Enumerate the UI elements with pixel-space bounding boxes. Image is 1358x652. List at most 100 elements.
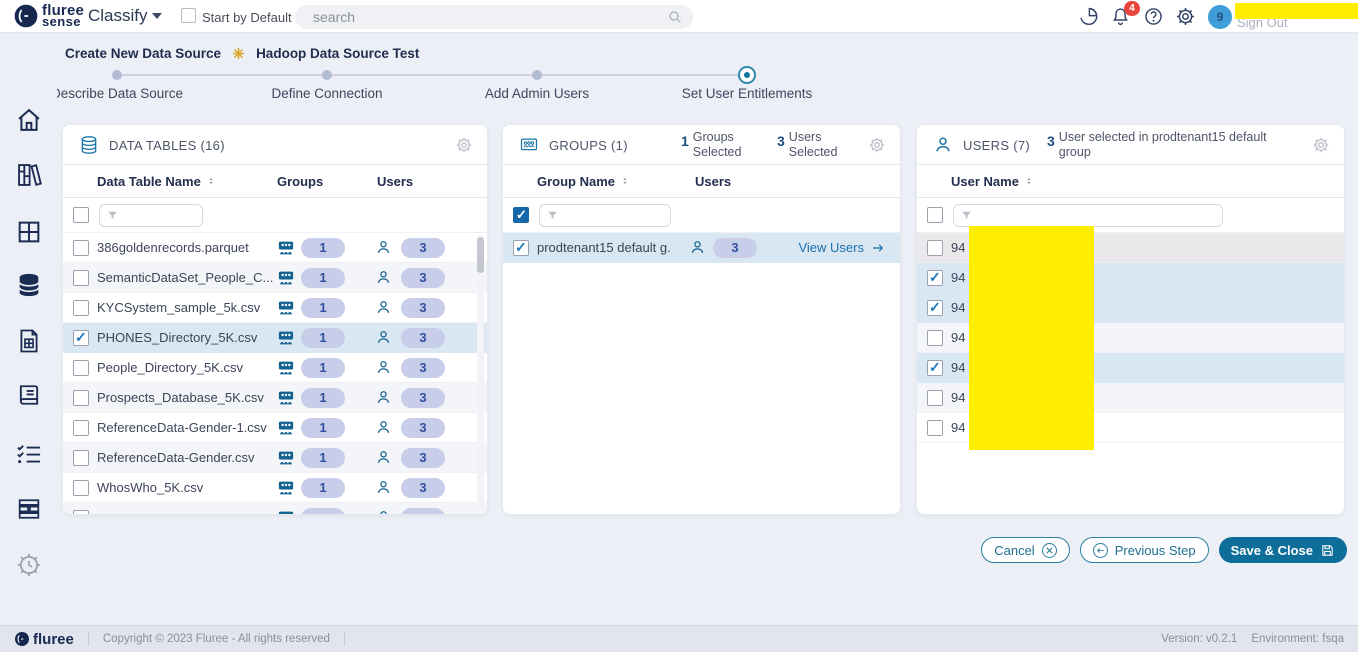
row-checkbox[interactable] — [73, 510, 89, 516]
groups-icon — [275, 479, 297, 497]
datasource-flower-icon — [231, 46, 246, 61]
data-table-name: KYCSystem_sample_5k.csv — [97, 300, 260, 315]
step-dot-1[interactable] — [112, 70, 122, 80]
glossary-book-icon[interactable] — [15, 381, 43, 409]
avatar[interactable]: 9 — [1208, 5, 1232, 29]
table-row[interactable]: People_Directory_5K.csv 1 3 — [63, 353, 487, 383]
column-data-table-name[interactable]: Data Table Name — [97, 174, 216, 189]
name-filter[interactable] — [99, 204, 203, 227]
table-row[interactable]: KYCSystem_sample_5k.csv 1 3 — [63, 293, 487, 323]
data-tables-title: DATA TABLES (16) — [109, 138, 225, 153]
sort-icon[interactable] — [206, 175, 216, 187]
users-count-badge: 3 — [401, 448, 445, 468]
redaction-username — [1235, 3, 1358, 19]
save-close-button[interactable]: Save & Close — [1219, 537, 1347, 563]
home-icon[interactable] — [15, 106, 43, 134]
previous-step-label: Previous Step — [1115, 543, 1196, 558]
fluree-logo-icon — [14, 631, 30, 647]
row-checkbox[interactable] — [927, 240, 943, 256]
fluree-sense-logo[interactable]: fluree sense — [13, 3, 84, 29]
row-checkbox[interactable] — [73, 270, 89, 286]
group-filter[interactable] — [539, 204, 671, 227]
library-icon[interactable] — [15, 161, 43, 189]
table-row[interactable]: SemanticDataSet_People_C... 1 3 — [63, 263, 487, 293]
sort-icon[interactable] — [620, 175, 630, 187]
row-checkbox[interactable] — [73, 420, 89, 436]
select-all-checkbox-checked[interactable] — [513, 207, 529, 223]
groups-count-badge: 1 — [301, 358, 345, 378]
select-all-checkbox[interactable] — [927, 207, 943, 223]
settings-clock-icon[interactable] — [15, 551, 43, 579]
step-dot-2[interactable] — [322, 70, 332, 80]
chevron-down-icon[interactable] — [152, 13, 162, 19]
groups-count-badge: 1 — [301, 418, 345, 438]
panel-gear-icon[interactable] — [455, 136, 473, 154]
step-dot-4-active[interactable] — [738, 66, 756, 84]
table-row[interactable]: ReferenceData-Gender.csv 1 3 — [63, 443, 487, 473]
reports-pie-icon[interactable] — [1078, 6, 1099, 27]
name-filter-input[interactable] — [124, 205, 198, 226]
row-checkbox-checked[interactable] — [927, 300, 943, 316]
cancel-button[interactable]: Cancel — [981, 537, 1069, 563]
users-count-badge: 3 — [401, 388, 445, 408]
groups-panel: GROUPS (1) 1 Groups Selected 3 Users Sel… — [502, 124, 901, 515]
user-filter[interactable] — [953, 204, 1223, 227]
user-filter-input[interactable] — [978, 205, 1218, 226]
user-icon — [375, 449, 392, 466]
panel-gear-icon[interactable] — [1312, 136, 1330, 154]
stack-rows-icon[interactable] — [15, 495, 43, 523]
arrow-right-icon — [870, 241, 886, 255]
row-checkbox-checked[interactable] — [927, 270, 943, 286]
global-search[interactable] — [295, 5, 693, 29]
arrow-left-icon — [1093, 543, 1108, 558]
select-all-checkbox[interactable] — [73, 207, 89, 223]
panel-gear-icon[interactable] — [868, 136, 886, 154]
group-filter-input[interactable] — [564, 205, 666, 226]
checklist-icon[interactable] — [15, 440, 43, 468]
table-row[interactable]: Prospects_Database_5K.csv 1 3 — [63, 383, 487, 413]
row-checkbox[interactable] — [73, 240, 89, 256]
step-label-connection[interactable]: Define Connection — [237, 86, 417, 101]
column-group-name[interactable]: Group Name — [537, 174, 630, 189]
row-checkbox[interactable] — [73, 300, 89, 316]
help-icon[interactable] — [1143, 6, 1164, 27]
table-row-partial[interactable] — [63, 503, 487, 515]
previous-step-button[interactable]: Previous Step — [1080, 537, 1209, 563]
row-checkbox[interactable] — [73, 450, 89, 466]
scrollbar-track[interactable] — [477, 235, 484, 508]
data-table-name: 386goldenrecords.parquet — [97, 240, 249, 255]
row-checkbox[interactable] — [73, 390, 89, 406]
table-row[interactable]: WhosWho_5K.csv 1 3 — [63, 473, 487, 503]
group-row-selected[interactable]: prodtenant15 default g. 3 View Users — [503, 233, 900, 263]
table-row-selected[interactable]: PHONES_Directory_5K.csv 1 3 — [63, 323, 487, 353]
user-icon — [375, 269, 392, 286]
row-checkbox[interactable] — [927, 420, 943, 436]
step-label-entitlements[interactable]: Set User Entitlements — [657, 86, 837, 101]
search-input[interactable] — [313, 5, 653, 29]
start-by-default-checkbox[interactable] — [181, 8, 196, 23]
table-row[interactable]: 386goldenrecords.parquet 1 3 — [63, 233, 487, 263]
row-checkbox-checked[interactable] — [513, 240, 529, 256]
scrollbar-thumb[interactable] — [477, 237, 484, 273]
groups-filter-row — [503, 198, 900, 233]
column-groups: Groups — [277, 174, 323, 189]
row-checkbox[interactable] — [927, 330, 943, 346]
product-dropdown[interactable]: Classify — [88, 6, 148, 26]
data-table-name: People_Directory_5K.csv — [97, 360, 243, 375]
view-users-link[interactable]: View Users — [798, 240, 886, 255]
grid-catalog-icon[interactable] — [15, 218, 43, 246]
file-table-icon[interactable] — [15, 327, 43, 355]
row-checkbox-checked[interactable] — [927, 360, 943, 376]
user-icon — [375, 419, 392, 436]
step-label-admins[interactable]: Add Admin Users — [447, 86, 627, 101]
sort-icon[interactable] — [1024, 175, 1034, 187]
settings-gear-icon[interactable] — [1175, 6, 1196, 27]
row-checkbox[interactable] — [73, 360, 89, 376]
step-dot-3[interactable] — [532, 70, 542, 80]
row-checkbox-checked[interactable] — [73, 330, 89, 346]
database-icon-active[interactable] — [15, 271, 43, 299]
row-checkbox[interactable] — [927, 390, 943, 406]
row-checkbox[interactable] — [73, 480, 89, 496]
column-user-name[interactable]: User Name — [951, 174, 1034, 189]
table-row[interactable]: ReferenceData-Gender-1.csv 1 3 — [63, 413, 487, 443]
